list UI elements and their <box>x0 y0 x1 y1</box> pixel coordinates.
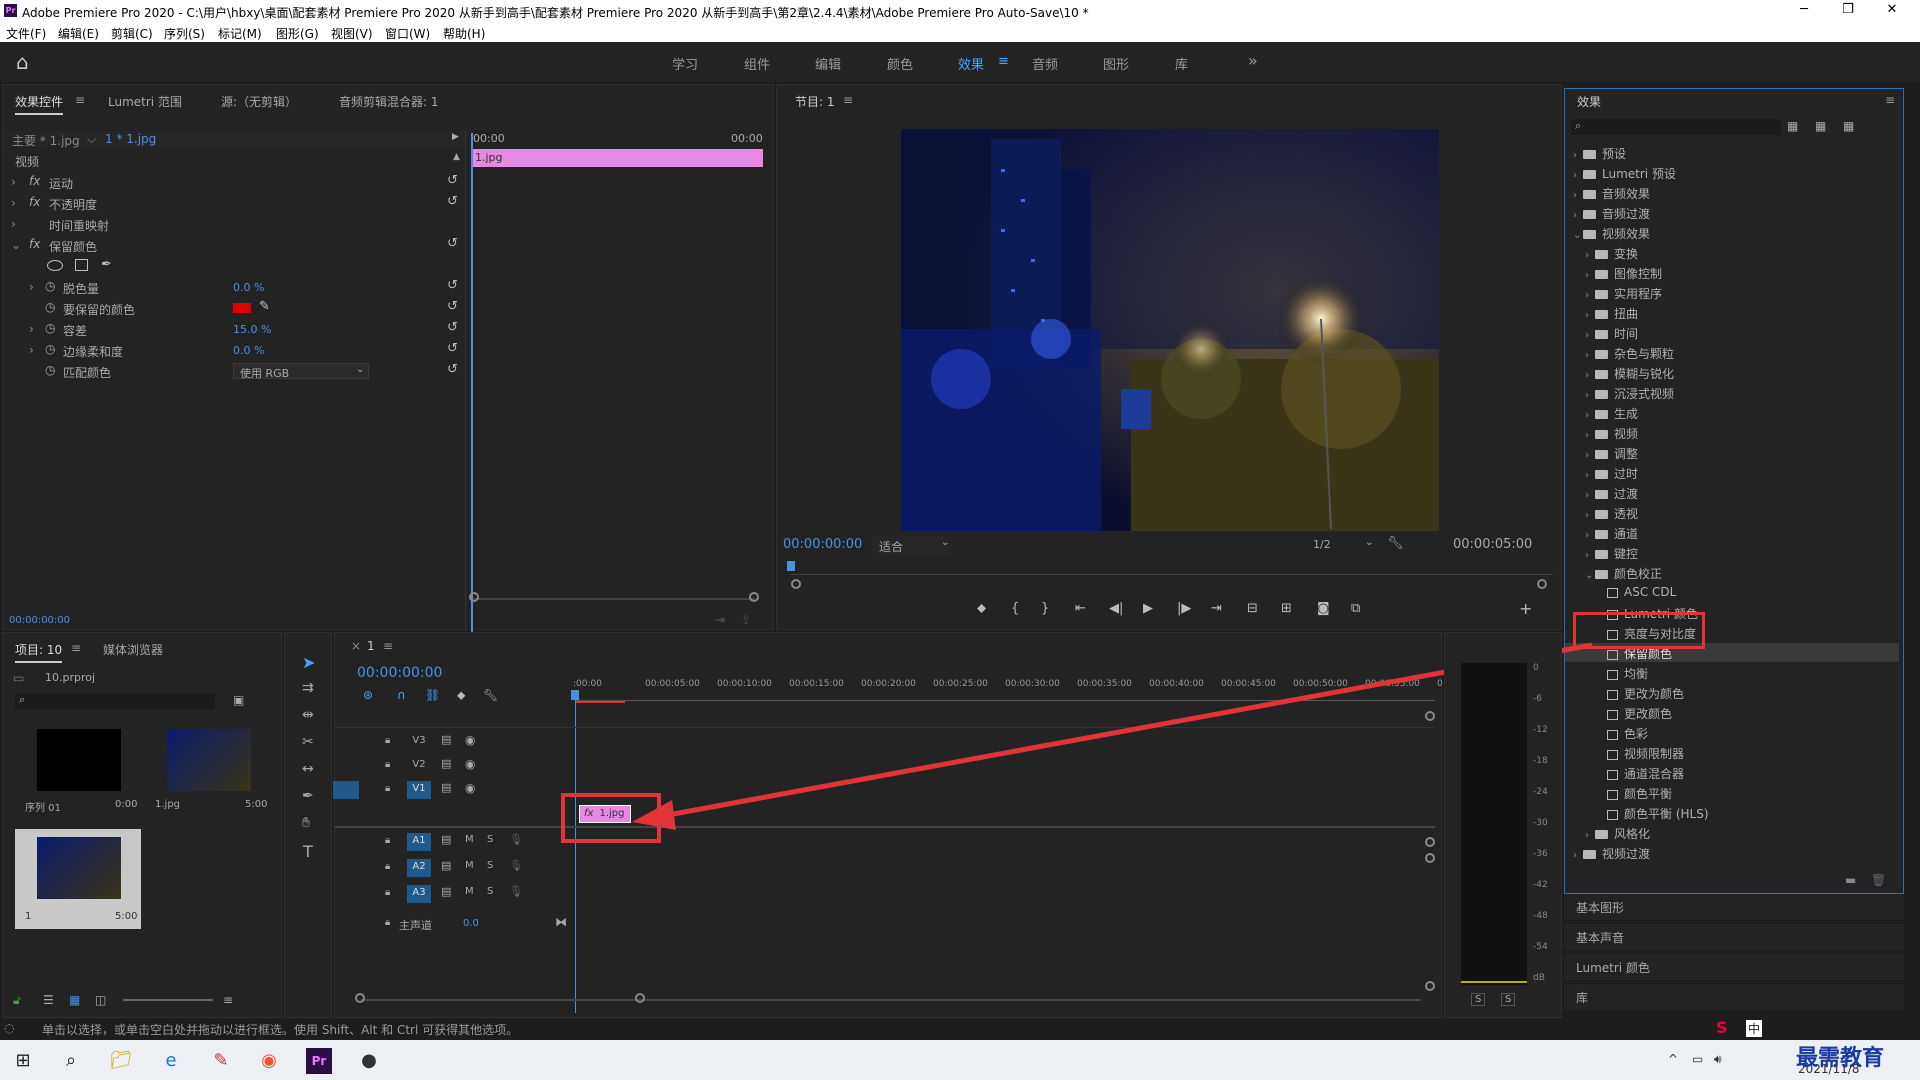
meter-scale-label: -42 <box>1533 880 1548 890</box>
solo-right-button[interactable]: S <box>1501 993 1516 1006</box>
network-icon[interactable]: ▭ <box>1692 1052 1703 1066</box>
annotation-arrow <box>632 642 1593 830</box>
ime-indicator[interactable]: 中 <box>1746 1020 1763 1037</box>
tray-chevron-icon[interactable]: ^ <box>1668 1052 1678 1066</box>
taskbar: ⊞ ⌕ 📁︎ e ✎ ◉ Pr ● ^ ▭ 🔊︎ 2021/11/8 最需教育 <box>0 1040 1920 1080</box>
media-app-icon[interactable]: ● <box>356 1048 382 1074</box>
file-explorer-icon[interactable]: 📁︎ <box>108 1048 134 1074</box>
paint-icon[interactable]: ✎ <box>208 1048 234 1074</box>
meter-level <box>1461 981 1527 983</box>
meter-bar <box>1461 663 1527 985</box>
meter-scale-label: -54 <box>1533 942 1548 952</box>
meter-scale-label: -24 <box>1533 787 1548 797</box>
meter-scale-label: -6 <box>1533 694 1542 704</box>
audio-meter-panel: 0 -6 -12 -18 -24 -30 -36 -42 -48 -54 dB S S <box>1444 632 1562 1018</box>
meter-scale-label: -18 <box>1533 756 1548 766</box>
sogou-logo-icon[interactable]: S <box>1716 1018 1728 1037</box>
premiere-taskbar-icon[interactable]: Pr <box>306 1048 332 1074</box>
solo-left-button[interactable]: S <box>1471 993 1486 1006</box>
meter-scale-label: -36 <box>1533 849 1548 859</box>
status-icon: ◌ <box>4 1021 15 1035</box>
chrome-icon[interactable]: ◉ <box>256 1048 282 1074</box>
edge-browser-icon[interactable]: e <box>158 1048 184 1074</box>
volume-icon[interactable]: 🔊︎ <box>1714 1052 1722 1067</box>
meter-scale-label: dB <box>1533 973 1545 983</box>
status-bar: ◌ 单击以选择，或单击空白处并拖动以进行框选。使用 Shift、Alt 和 Ct… <box>0 1018 1920 1040</box>
windows-start-icon[interactable]: ⊞ <box>10 1048 36 1074</box>
status-text: 单击以选择，或单击空白处并拖动以进行框选。使用 Shift、Alt 和 Ctrl… <box>42 1023 519 1037</box>
meter-scale: 0 -6 -12 -18 -24 -30 -36 -42 -48 -54 dB <box>1531 663 1561 993</box>
watermark-logo: 最需教育 <box>1796 1045 1885 1071</box>
meter-scale-label: -12 <box>1533 725 1548 735</box>
meter-scale-label: -48 <box>1533 911 1548 921</box>
meter-scale-label: 0 <box>1533 663 1539 673</box>
meter-scale-label: -30 <box>1533 818 1548 828</box>
search-icon[interactable]: ⌕ <box>58 1048 84 1074</box>
